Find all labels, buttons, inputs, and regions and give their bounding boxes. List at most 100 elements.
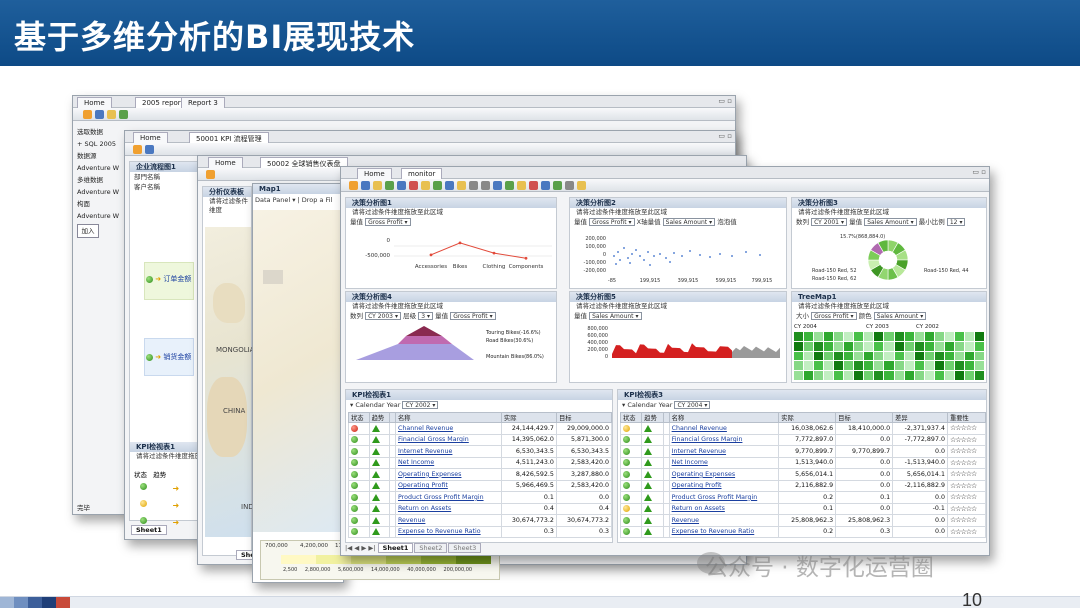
treemap-cell[interactable] (954, 351, 964, 361)
tab-home[interactable]: Home (77, 97, 112, 108)
treemap-cell[interactable] (874, 341, 884, 351)
kpi-name[interactable]: Operating Expenses (668, 468, 780, 481)
customer-field[interactable]: 客户名稱 (130, 182, 200, 192)
treemap-cell[interactable] (794, 361, 804, 371)
table-row[interactable]: Net Income 4,511,243.0 2,583,420.0 (348, 456, 613, 469)
treemap-cell[interactable] (964, 371, 974, 380)
treemap-cell[interactable] (904, 341, 914, 351)
treemap-cell[interactable] (834, 341, 844, 351)
department-field[interactable]: 部門名稱 (130, 172, 200, 182)
sheet-tab[interactable]: Sheet2 (414, 543, 448, 553)
tab-home[interactable]: Home (133, 132, 168, 143)
info-icon[interactable] (577, 181, 586, 190)
treemap-cell[interactable] (904, 361, 914, 371)
treemap-cell[interactable] (934, 351, 944, 361)
folder-icon[interactable] (373, 181, 382, 190)
treemap-cell[interactable] (834, 361, 844, 371)
treemap-cell[interactable] (894, 332, 904, 341)
add-button[interactable]: 加入 (77, 224, 99, 238)
treemap-cell[interactable] (934, 332, 944, 341)
zoom-in-icon[interactable] (469, 181, 478, 190)
table-row[interactable]: Expense to Revenue Ratio 0.3 0.3 (348, 525, 613, 538)
table-row[interactable]: Operating Expenses 8,426,592.5 3,287,880.0 (348, 468, 613, 481)
treemap-cell[interactable] (894, 341, 904, 351)
treemap-cell[interactable] (944, 371, 954, 380)
save-icon[interactable] (361, 181, 370, 190)
size-select[interactable]: Gross Profit (811, 312, 857, 320)
treemap-cell[interactable] (914, 341, 924, 351)
treemap-cell[interactable] (824, 351, 834, 361)
print-icon[interactable] (517, 181, 526, 190)
treemap-cell[interactable] (794, 341, 804, 351)
treemap-cell[interactable] (974, 371, 984, 380)
table-row[interactable]: Financial Gross Margin 14,395,062.0 5,871,… (348, 433, 613, 446)
treemap-cell[interactable] (854, 332, 864, 341)
treemap-cell[interactable] (834, 332, 844, 341)
table-icon[interactable] (397, 181, 406, 190)
treemap-cell[interactable] (824, 341, 834, 351)
treemap-cell[interactable] (804, 351, 814, 361)
year-select[interactable]: CY 2002 (402, 401, 439, 409)
map-toolbar[interactable]: Data Panel ▾ | Drop a Fil (253, 194, 343, 206)
treemap-cell[interactable] (914, 361, 924, 371)
map-window[interactable]: Map1 Data Panel ▾ | Drop a Fil (252, 183, 344, 583)
kpi-name[interactable]: Expense to Revenue Ratio (394, 525, 502, 538)
treemap-cell[interactable] (884, 361, 894, 371)
treemap-cell[interactable] (824, 371, 834, 380)
kpi-name[interactable]: Channel Revenue (668, 422, 780, 435)
kpi-name[interactable]: Return on Assets (668, 502, 780, 515)
treemap-cell[interactable] (904, 351, 914, 361)
kpi-name[interactable]: Internet Revenue (394, 445, 502, 458)
kpi-name[interactable]: Financial Gross Margin (668, 433, 780, 446)
refresh-icon[interactable] (433, 181, 442, 190)
table-row[interactable]: Product Gross Profit Margin 0.1 0.0 (348, 491, 613, 504)
treemap-cell[interactable] (864, 332, 874, 341)
table-row[interactable]: Expense to Revenue Ratio 0.2 0.3 0.0 ☆☆☆☆☆ (619, 525, 987, 538)
treemap-cell[interactable] (814, 332, 824, 341)
kpi-name[interactable]: Return on Assets (394, 502, 502, 515)
tab-home[interactable]: Home (208, 157, 243, 168)
treemap-cell[interactable] (864, 361, 874, 371)
ratio-select[interactable]: 12 (946, 218, 966, 226)
delete-icon[interactable] (409, 181, 418, 190)
kpi-name[interactable]: Operating Profit (668, 479, 780, 492)
treemap-cell[interactable] (934, 341, 944, 351)
table-row[interactable]: Net Income 1,513,940.0 0.0 -1,513,940.0 ☆☆☆☆… (619, 456, 987, 469)
sheet-tab[interactable]: Sheet3 (448, 543, 482, 553)
treemap-cell[interactable] (964, 332, 974, 341)
save-icon[interactable] (145, 145, 154, 154)
sheet-tab[interactable]: Sheet1 (131, 525, 167, 535)
measure-select[interactable]: Sales Amount (589, 312, 642, 320)
source-item[interactable]: Adventure W (77, 186, 125, 198)
table-row[interactable]: Financial Gross Margin 7,772,897.0 0.0 -7,7… (619, 433, 987, 446)
tab-home[interactable]: Home (357, 168, 392, 179)
treemap-cell[interactable] (944, 351, 954, 361)
source-item[interactable]: 多维数据 (77, 174, 125, 186)
export-icon[interactable] (445, 181, 454, 190)
treemap-cell[interactable] (844, 371, 854, 380)
treemap-cell[interactable] (864, 341, 874, 351)
source-item[interactable]: 数据源 (77, 150, 125, 162)
tab-global-sales[interactable]: 50002 全球销售仪表盘 (260, 157, 348, 168)
chart-icon[interactable] (385, 181, 394, 190)
map-canvas[interactable] (253, 210, 343, 532)
flow-item-order[interactable]: ➜ 订单金额 (146, 274, 191, 284)
treemap-cell[interactable] (944, 332, 954, 341)
treemap-cell[interactable] (854, 341, 864, 351)
measure-select[interactable]: Gross Profit (589, 218, 635, 226)
treemap-cell[interactable] (794, 371, 804, 380)
chart-add-icon[interactable] (553, 181, 562, 190)
treemap-cell[interactable] (794, 332, 804, 341)
kpi-name[interactable]: Channel Revenue (394, 422, 502, 435)
treemap-cell[interactable] (974, 351, 984, 361)
table-row[interactable]: Product Gross Profit Margin 0.2 0.1 0.0 ☆☆☆☆… (619, 491, 987, 504)
row-select[interactable]: CY 2003 (365, 312, 402, 320)
treemap-cell[interactable] (874, 351, 884, 361)
kpi-name[interactable]: Revenue (668, 514, 780, 527)
tab-report-3[interactable]: Report 3 (181, 97, 225, 108)
home-icon[interactable] (206, 170, 215, 179)
save-icon[interactable] (95, 110, 104, 119)
treemap-cell[interactable] (954, 371, 964, 380)
kpi-name[interactable]: Internet Revenue (668, 445, 780, 458)
table-row[interactable]: Return on Assets 0.1 0.0 -0.1 ☆☆☆☆☆ (619, 502, 987, 515)
